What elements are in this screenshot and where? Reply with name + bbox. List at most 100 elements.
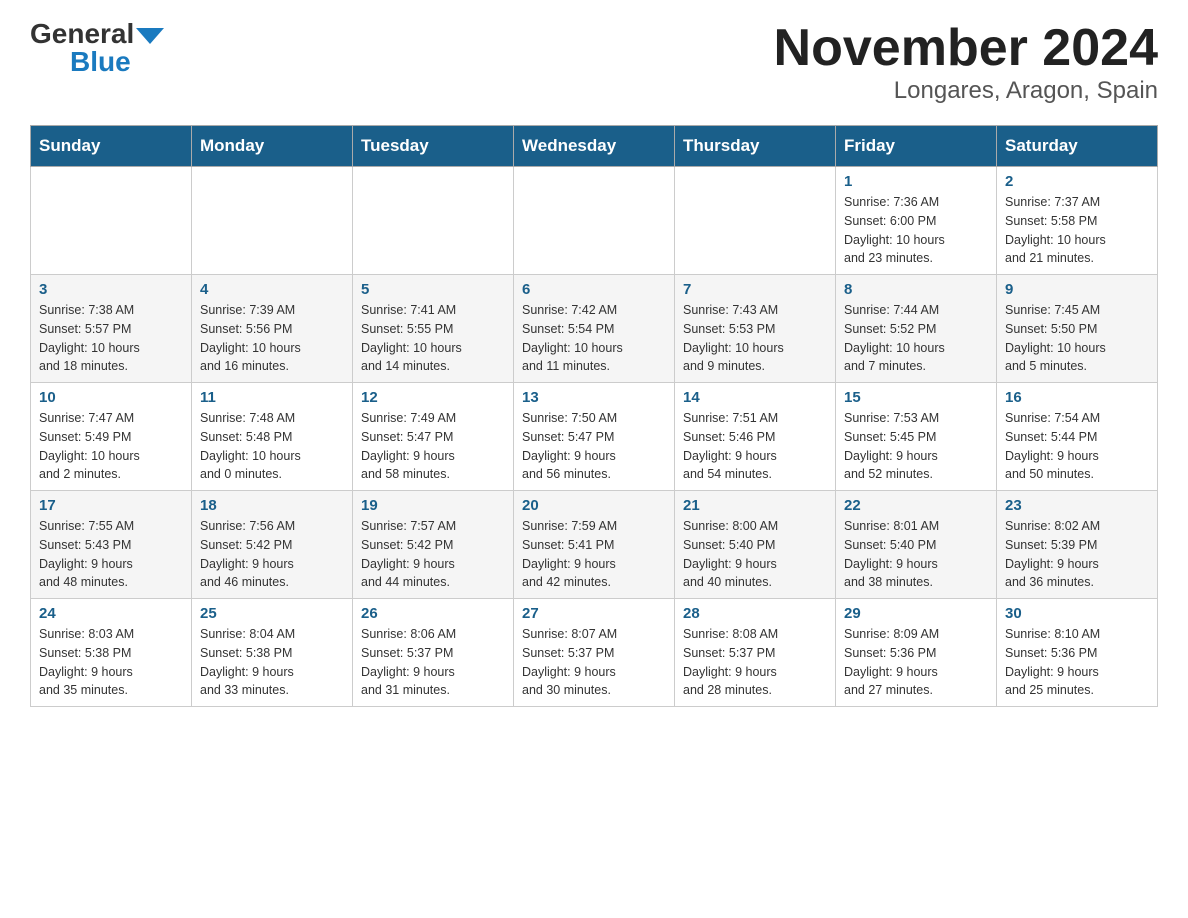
day-info: Sunrise: 8:01 AM Sunset: 5:40 PM Dayligh… bbox=[844, 517, 988, 592]
logo-triangle-icon bbox=[136, 28, 164, 44]
calendar-cell: 15Sunrise: 7:53 AM Sunset: 5:45 PM Dayli… bbox=[836, 383, 997, 491]
calendar-cell: 7 Sunrise: 7:43 AM Sunset: 5:53 PM Daylig… bbox=[675, 275, 836, 383]
weekday-header-thursday: Thursday bbox=[675, 126, 836, 167]
calendar-title-block: November 2024 Longares, Aragon, Spain bbox=[774, 20, 1158, 105]
day-info: Sunrise: 7:49 AM Sunset: 5:47 PM Dayligh… bbox=[361, 409, 505, 484]
day-info: Sunrise: 7:56 AM Sunset: 5:42 PM Dayligh… bbox=[200, 517, 344, 592]
calendar-cell: 13Sunrise: 7:50 AM Sunset: 5:47 PM Dayli… bbox=[514, 383, 675, 491]
calendar-cell bbox=[31, 167, 192, 275]
calendar-cell: 30 Sunrise: 8:10 AM Sunset: 5:36 PM Dayli… bbox=[997, 599, 1158, 707]
calendar-cell: 8Sunrise: 7:44 AM Sunset: 5:52 PM Daylig… bbox=[836, 275, 997, 383]
day-number: 4 bbox=[200, 281, 344, 298]
calendar-cell: 25Sunrise: 8:04 AM Sunset: 5:38 PM Dayli… bbox=[192, 599, 353, 707]
day-info: Sunrise: 8:02 AM Sunset: 5:39 PM Dayligh… bbox=[1005, 517, 1149, 592]
calendar-title: November 2024 bbox=[774, 20, 1158, 77]
day-info: Sunrise: 8:10 AM Sunset: 5:36 PM Dayligh… bbox=[1005, 625, 1149, 700]
calendar-cell: 4 Sunrise: 7:39 AM Sunset: 5:56 PM Daylig… bbox=[192, 275, 353, 383]
day-number: 22 bbox=[844, 497, 988, 514]
calendar-cell: 3 Sunrise: 7:38 AM Sunset: 5:57 PM Daylig… bbox=[31, 275, 192, 383]
calendar-cell: 5 Sunrise: 7:41 AM Sunset: 5:55 PM Daylig… bbox=[353, 275, 514, 383]
day-info: Sunrise: 7:54 AM Sunset: 5:44 PM Dayligh… bbox=[1005, 409, 1149, 484]
logo-blue-text: Blue bbox=[70, 48, 131, 76]
day-info: Sunrise: 7:59 AM Sunset: 5:41 PM Dayligh… bbox=[522, 517, 666, 592]
day-number: 26 bbox=[361, 605, 505, 622]
day-number: 23 bbox=[1005, 497, 1149, 514]
day-info: Sunrise: 7:47 AM Sunset: 5:49 PM Dayligh… bbox=[39, 409, 183, 484]
weekday-header-wednesday: Wednesday bbox=[514, 126, 675, 167]
calendar-week-row: 10 Sunrise: 7:47 AM Sunset: 5:49 PM Dayli… bbox=[31, 383, 1158, 491]
calendar-week-row: 24Sunrise: 8:03 AM Sunset: 5:38 PM Dayli… bbox=[31, 599, 1158, 707]
calendar-cell: 14Sunrise: 7:51 AM Sunset: 5:46 PM Dayli… bbox=[675, 383, 836, 491]
day-number: 30 bbox=[1005, 605, 1149, 622]
day-number: 16 bbox=[1005, 389, 1149, 406]
weekday-header-tuesday: Tuesday bbox=[353, 126, 514, 167]
day-number: 6 bbox=[522, 281, 666, 298]
calendar-week-row: 1Sunrise: 7:36 AM Sunset: 6:00 PM Daylig… bbox=[31, 167, 1158, 275]
calendar-cell bbox=[353, 167, 514, 275]
day-number: 12 bbox=[361, 389, 505, 406]
weekday-header-saturday: Saturday bbox=[997, 126, 1158, 167]
day-number: 24 bbox=[39, 605, 183, 622]
day-number: 9 bbox=[1005, 281, 1149, 298]
day-number: 27 bbox=[522, 605, 666, 622]
day-number: 19 bbox=[361, 497, 505, 514]
day-number: 20 bbox=[522, 497, 666, 514]
day-info: Sunrise: 7:39 AM Sunset: 5:56 PM Dayligh… bbox=[200, 301, 344, 376]
calendar-cell: 19 Sunrise: 7:57 AM Sunset: 5:42 PM Dayli… bbox=[353, 491, 514, 599]
day-info: Sunrise: 7:48 AM Sunset: 5:48 PM Dayligh… bbox=[200, 409, 344, 484]
calendar-cell: 12 Sunrise: 7:49 AM Sunset: 5:47 PM Dayli… bbox=[353, 383, 514, 491]
calendar-week-row: 3 Sunrise: 7:38 AM Sunset: 5:57 PM Daylig… bbox=[31, 275, 1158, 383]
day-info: Sunrise: 8:00 AM Sunset: 5:40 PM Dayligh… bbox=[683, 517, 827, 592]
calendar-table: SundayMondayTuesdayWednesdayThursdayFrid… bbox=[30, 125, 1158, 707]
calendar-cell: 24Sunrise: 8:03 AM Sunset: 5:38 PM Dayli… bbox=[31, 599, 192, 707]
day-info: Sunrise: 7:45 AM Sunset: 5:50 PM Dayligh… bbox=[1005, 301, 1149, 376]
weekday-header-row: SundayMondayTuesdayWednesdayThursdayFrid… bbox=[31, 126, 1158, 167]
calendar-cell bbox=[514, 167, 675, 275]
day-info: Sunrise: 7:51 AM Sunset: 5:46 PM Dayligh… bbox=[683, 409, 827, 484]
day-info: Sunrise: 8:06 AM Sunset: 5:37 PM Dayligh… bbox=[361, 625, 505, 700]
day-number: 13 bbox=[522, 389, 666, 406]
day-number: 5 bbox=[361, 281, 505, 298]
day-info: Sunrise: 7:37 AM Sunset: 5:58 PM Dayligh… bbox=[1005, 193, 1149, 268]
calendar-cell: 29 Sunrise: 8:09 AM Sunset: 5:36 PM Dayli… bbox=[836, 599, 997, 707]
day-info: Sunrise: 7:55 AM Sunset: 5:43 PM Dayligh… bbox=[39, 517, 183, 592]
weekday-header-friday: Friday bbox=[836, 126, 997, 167]
logo-general-text: General bbox=[30, 20, 134, 48]
day-number: 3 bbox=[39, 281, 183, 298]
day-info: Sunrise: 7:44 AM Sunset: 5:52 PM Dayligh… bbox=[844, 301, 988, 376]
calendar-cell: 6 Sunrise: 7:42 AM Sunset: 5:54 PM Daylig… bbox=[514, 275, 675, 383]
day-info: Sunrise: 8:09 AM Sunset: 5:36 PM Dayligh… bbox=[844, 625, 988, 700]
day-info: Sunrise: 7:42 AM Sunset: 5:54 PM Dayligh… bbox=[522, 301, 666, 376]
day-info: Sunrise: 7:57 AM Sunset: 5:42 PM Dayligh… bbox=[361, 517, 505, 592]
calendar-week-row: 17 Sunrise: 7:55 AM Sunset: 5:43 PM Dayli… bbox=[31, 491, 1158, 599]
calendar-cell bbox=[675, 167, 836, 275]
weekday-header-monday: Monday bbox=[192, 126, 353, 167]
day-info: Sunrise: 8:08 AM Sunset: 5:37 PM Dayligh… bbox=[683, 625, 827, 700]
calendar-cell: 9 Sunrise: 7:45 AM Sunset: 5:50 PM Daylig… bbox=[997, 275, 1158, 383]
calendar-subtitle: Longares, Aragon, Spain bbox=[774, 77, 1158, 105]
day-info: Sunrise: 7:38 AM Sunset: 5:57 PM Dayligh… bbox=[39, 301, 183, 376]
day-number: 21 bbox=[683, 497, 827, 514]
day-info: Sunrise: 7:43 AM Sunset: 5:53 PM Dayligh… bbox=[683, 301, 827, 376]
day-number: 28 bbox=[683, 605, 827, 622]
page-header: General Blue November 2024 Longares, Ara… bbox=[30, 20, 1158, 105]
calendar-cell: 20 Sunrise: 7:59 AM Sunset: 5:41 PM Dayli… bbox=[514, 491, 675, 599]
day-number: 11 bbox=[200, 389, 344, 406]
day-number: 29 bbox=[844, 605, 988, 622]
day-number: 7 bbox=[683, 281, 827, 298]
logo: General Blue bbox=[30, 20, 164, 76]
day-info: Sunrise: 8:04 AM Sunset: 5:38 PM Dayligh… bbox=[200, 625, 344, 700]
calendar-cell: 10 Sunrise: 7:47 AM Sunset: 5:49 PM Dayli… bbox=[31, 383, 192, 491]
day-number: 18 bbox=[200, 497, 344, 514]
calendar-cell: 2Sunrise: 7:37 AM Sunset: 5:58 PM Daylig… bbox=[997, 167, 1158, 275]
day-number: 17 bbox=[39, 497, 183, 514]
calendar-cell: 18 Sunrise: 7:56 AM Sunset: 5:42 PM Dayli… bbox=[192, 491, 353, 599]
day-number: 1 bbox=[844, 173, 988, 190]
calendar-cell: 23 Sunrise: 8:02 AM Sunset: 5:39 PM Dayli… bbox=[997, 491, 1158, 599]
day-number: 10 bbox=[39, 389, 183, 406]
calendar-cell: 26 Sunrise: 8:06 AM Sunset: 5:37 PM Dayli… bbox=[353, 599, 514, 707]
calendar-cell: 16 Sunrise: 7:54 AM Sunset: 5:44 PM Dayli… bbox=[997, 383, 1158, 491]
weekday-header-sunday: Sunday bbox=[31, 126, 192, 167]
calendar-cell: 22 Sunrise: 8:01 AM Sunset: 5:40 PM Dayli… bbox=[836, 491, 997, 599]
day-info: Sunrise: 7:41 AM Sunset: 5:55 PM Dayligh… bbox=[361, 301, 505, 376]
